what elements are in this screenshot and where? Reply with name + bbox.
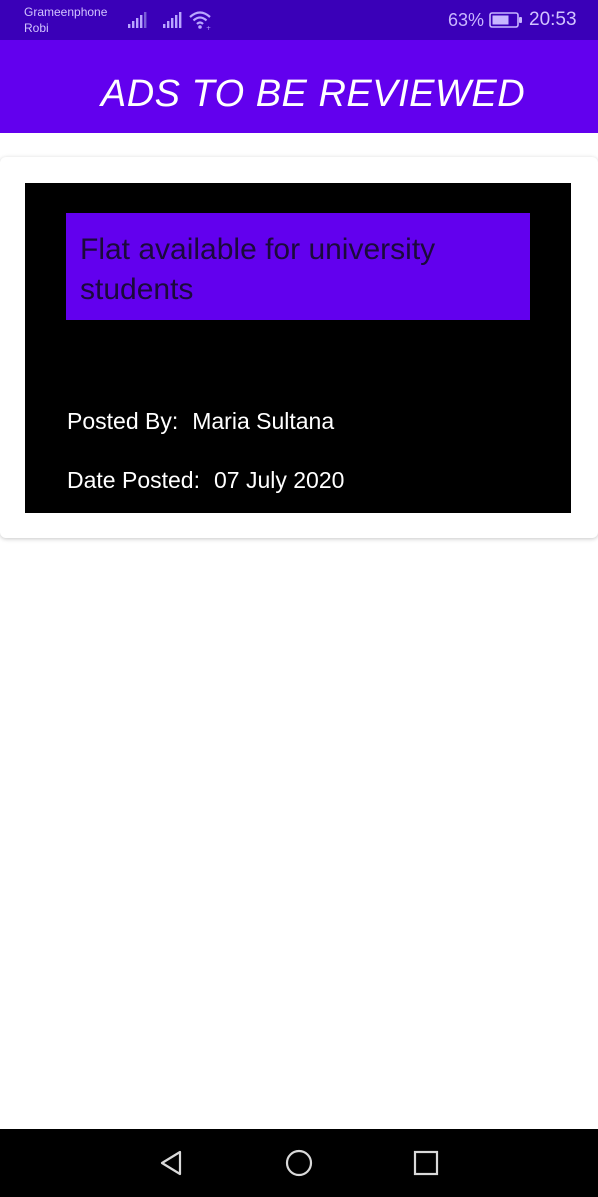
screen: Grameenphone Robi + 63% 20:53 ADS TO BE … [0,0,598,1197]
clock: 20:53 [529,9,577,30]
battery-icon [489,12,522,28]
signal-icon [128,12,147,28]
home-icon[interactable] [283,1147,315,1179]
wifi-icon: + [189,11,211,31]
back-icon[interactable] [156,1147,188,1179]
app-bar: ADS TO BE REVIEWED [0,40,598,133]
carrier-names: Grameenphone Robi [24,4,107,36]
carrier-1: Grameenphone [24,5,108,19]
ad-card[interactable]: Flat available for university students P… [0,157,598,538]
ad-card-content[interactable]: Flat available for university students P… [25,183,571,513]
page-title: ADS TO BE REVIEWED [100,73,526,115]
date-posted-value: 07 July 2020 [213,467,345,493]
date-posted-label: Date Posted: [67,467,200,493]
posted-by-value: Maria Sultana [192,408,335,434]
posted-by-label: Posted By: [67,408,179,434]
battery-percentage: 63% [448,10,485,30]
recents-icon[interactable] [410,1147,442,1179]
svg-text:+: + [206,25,211,31]
posted-by-row: Posted By: Maria Sultana [67,407,334,435]
ad-title-box: Flat available for university students [66,213,530,320]
signal-icon [163,12,182,28]
carrier-2: Robi [24,21,49,35]
navigation-bar [0,1129,598,1197]
status-bar: Grameenphone Robi + 63% 20:53 [0,0,598,40]
date-posted-row: Date Posted: 07 July 2020 [67,466,344,494]
ad-title: Flat available for university students [80,233,436,306]
